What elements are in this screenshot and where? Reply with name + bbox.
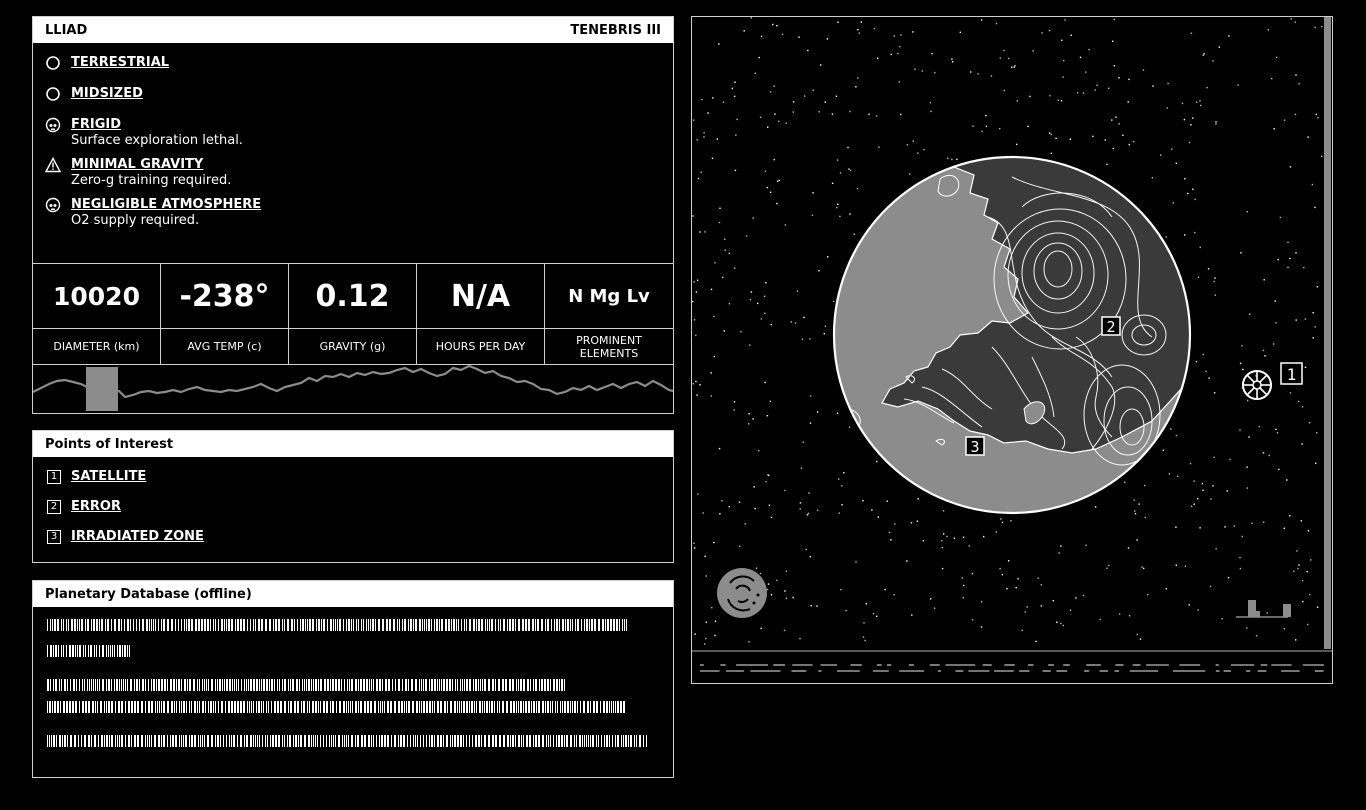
planet-name: TENEBRIS III: [570, 22, 661, 38]
trait-description: Zero-g training required.: [71, 173, 232, 188]
trait-negligible-atmosphere: NEGLIGIBLE ATMOSPHERE O2 supply required…: [33, 197, 673, 229]
planet-globe[interactable]: [832, 137, 1192, 515]
stat-label: DIAMETER (km): [53, 340, 140, 353]
corrupted-text-line: [47, 619, 628, 631]
poi-link-satellite[interactable]: SATELLITE: [71, 469, 146, 484]
database-title: Planetary Database (offline): [45, 586, 252, 602]
database-header: Planetary Database (offline): [33, 581, 673, 607]
stat-gravity: 0.12 GRAVITY (g): [289, 264, 417, 364]
stat-label: GRAVITY (g): [319, 340, 386, 353]
circle-icon: [46, 56, 60, 70]
poi-link-error[interactable]: ERROR: [71, 499, 121, 514]
trait-description: Surface exploration lethal.: [71, 133, 243, 148]
trait-link-frigid[interactable]: FRIGID: [71, 117, 243, 133]
poi-link-irradiated-zone[interactable]: IRRADIATED ZONE: [71, 529, 204, 544]
marker-satellite[interactable]: 1: [1242, 362, 1303, 400]
map-scrollbar[interactable]: [1324, 17, 1331, 649]
trait-link-negligible-atmosphere[interactable]: NEGLIGIBLE ATMOSPHERE: [71, 197, 261, 213]
trait-link-minimal-gravity[interactable]: MINIMAL GRAVITY: [71, 157, 231, 173]
poi-number-badge: 2: [47, 499, 61, 514]
trait-minimal-gravity: MINIMAL GRAVITY Zero-g training required…: [33, 157, 673, 189]
stat-label: HOURS PER DAY: [435, 340, 526, 353]
system-name: LLIAD: [45, 22, 88, 38]
marker-error[interactable]: 2: [1101, 316, 1121, 336]
stats-grid: 10020 DIAMETER (km) -238° AVG TEMP (c) 0…: [33, 263, 673, 365]
skull-icon: [45, 197, 61, 213]
stat-value: N/A: [417, 264, 544, 329]
poi-item-error: 2 ERROR: [33, 499, 673, 514]
corrupted-text-line: [47, 679, 565, 691]
poi-item-satellite: 1 SATELLITE: [33, 469, 673, 484]
marker-irradiated-zone[interactable]: 3: [965, 436, 985, 456]
stat-label: PROMINENT ELEMENTS: [576, 333, 642, 360]
poi-number-badge: 3: [47, 529, 61, 544]
marker-label: 1: [1287, 365, 1297, 384]
stat-prominent-elements: N Mg Lv PROMINENT ELEMENTS: [545, 264, 673, 364]
skull-icon: [45, 117, 61, 133]
stat-value: -238°: [161, 264, 288, 329]
trait-description: O2 supply required.: [71, 213, 200, 228]
telemetry-strip: [700, 664, 1324, 672]
poi-item-irradiated-zone: 3 IRRADIATED ZONE: [33, 529, 673, 544]
corrupted-text-line: [47, 735, 647, 747]
profile-line: [33, 364, 673, 399]
planet-map-panel[interactable]: 2 3 1: [691, 16, 1333, 684]
stat-label: AVG TEMP (c): [187, 340, 262, 353]
signal-bars-icon: [1236, 600, 1291, 618]
planet-map[interactable]: 2 3 1: [692, 17, 1332, 683]
island: [937, 174, 960, 197]
poi-title: Points of Interest: [45, 436, 174, 452]
stat-hours-per-day: N/A HOURS PER DAY: [417, 264, 545, 364]
poi-number-badge: 1: [47, 469, 61, 484]
trait-midsized: MIDSIZED: [33, 86, 673, 102]
trait-link-midsized[interactable]: MIDSIZED: [71, 86, 143, 102]
stat-avg-temp: -238° AVG TEMP (c): [161, 264, 289, 364]
moon-icon[interactable]: [717, 568, 767, 618]
points-of-interest-panel: Points of Interest 1 SATELLITE 2 ERROR 3…: [32, 430, 674, 563]
trait-frigid: FRIGID Surface exploration lethal.: [33, 117, 673, 149]
corrupted-text-line: [47, 645, 130, 657]
warning-icon: [45, 157, 61, 173]
trait-link-terrestrial[interactable]: TERRESTRIAL: [71, 55, 169, 71]
trait-terrestrial: TERRESTRIAL: [33, 55, 673, 71]
poi-header: Points of Interest: [33, 431, 673, 457]
stat-value: 0.12: [289, 264, 416, 329]
satellite-icon: [1242, 370, 1272, 400]
marker-label: 2: [1106, 318, 1115, 336]
corrupted-text-line: [47, 701, 625, 713]
marker-label: 3: [970, 438, 979, 456]
planetary-database-panel: Planetary Database (offline): [32, 580, 674, 778]
planet-info-panel: LLIAD TENEBRIS III TERRESTRIAL MIDSIZED …: [32, 16, 674, 414]
stat-value: 10020: [33, 264, 160, 329]
circle-icon: [46, 87, 60, 101]
stat-value: N Mg Lv: [545, 264, 673, 329]
stat-diameter: 10020 DIAMETER (km): [33, 264, 161, 364]
planet-header: LLIAD TENEBRIS III: [33, 17, 673, 43]
elevation-profile[interactable]: [33, 364, 673, 414]
